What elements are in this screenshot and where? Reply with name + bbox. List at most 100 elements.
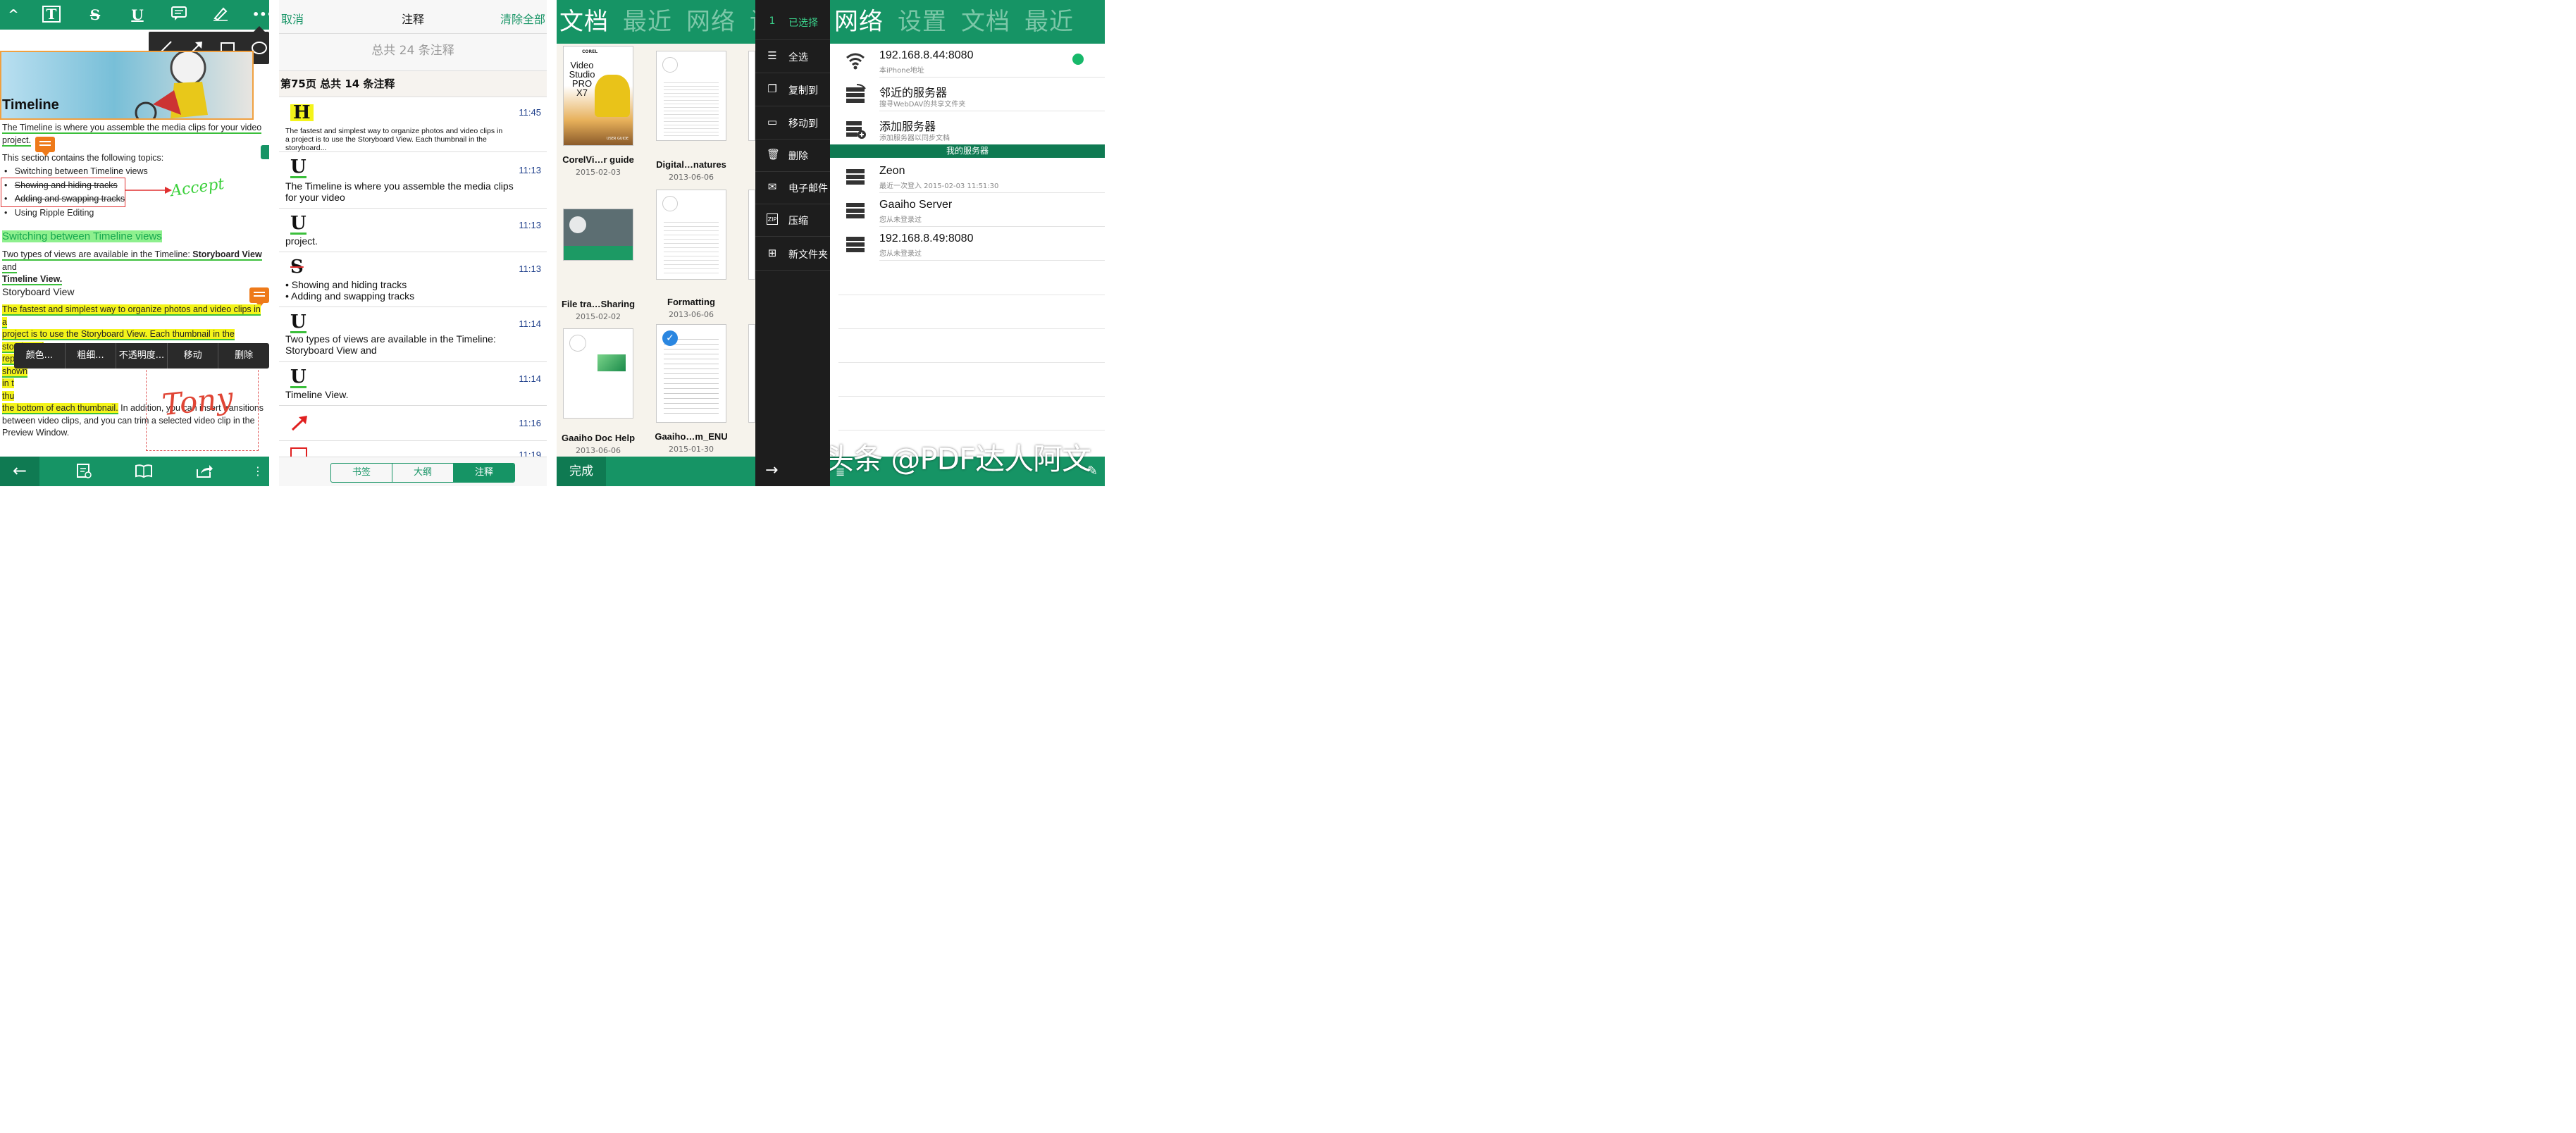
tab-annotations[interactable]: 注释 [454,464,514,482]
document-date: 2013-06-06 [669,310,714,319]
server-row[interactable]: 192.168.8.49:8080 您从未登录过 [830,227,1105,261]
thumbnail-circle [662,196,678,211]
document-name: Digital…natures [656,159,726,170]
trash-icon: 🗑 [767,148,781,161]
server-row-add[interactable]: 添加服务器 添加服务器以同步文档 [830,111,1105,145]
underline-tool-icon[interactable]: U [127,6,148,24]
side-handle[interactable] [261,145,269,159]
book-icon[interactable] [133,462,154,481]
menu-thickness[interactable]: 粗细... [66,343,117,369]
document-item[interactable]: Gaaiho Doc Help 2013-06-06 [557,328,640,455]
menu-delete[interactable]: 删除 [218,343,269,369]
cover-brand: COREL [582,49,598,54]
strikethrough-tool-icon[interactable]: S [85,6,106,24]
server-subtitle: 最近一次登入 2015-02-03 11:51:30 [879,182,999,190]
tab-documents[interactable]: 文档 [947,8,1010,36]
document-thumbnail: COREL Video Studio PRO X7 USER GUIDE [563,46,633,146]
document-item[interactable]: Digital…natures 2013-06-06 [649,51,733,182]
email-item[interactable]: ✉ 电子邮件 [755,171,830,204]
document-thumbnail [563,328,633,419]
document-name: Formatting [667,297,715,307]
pen-tool-icon[interactable] [210,6,231,24]
new-folder-icon: ⊞ [767,247,777,259]
tab-network[interactable]: 网络 [830,8,884,36]
server-title: Zeon [879,165,905,177]
annotation-time: 11:13 [519,220,541,230]
topics-intro: This section contains the following topi… [2,153,164,163]
comment-tool-icon[interactable] [168,6,190,24]
annotation-text: Two types of views are available in the … [285,333,496,356]
copy-to-item[interactable]: ❐ 复制到 [755,73,830,106]
server-subtitle: 您从未登录过 [879,216,922,224]
more-vertical-icon[interactable]: ⋮ [252,462,264,481]
annotation-item[interactable]: U 11:13 The Timeline is where you assemb… [279,152,547,209]
server-subtitle: 本iPhone地址 [879,67,924,75]
selection-rectangle[interactable] [1,178,125,207]
zip-item[interactable]: ZIP 压缩 [755,204,830,236]
menu-opacity[interactable]: 不透明度... [116,343,168,369]
collapse-icon[interactable]: ^ [3,6,24,24]
annotation-arrow[interactable] [125,185,172,196]
tab-settings[interactable]: 设置 [884,8,947,36]
new-folder-item[interactable]: ⊞ 新文件夹 [755,237,830,270]
server-row-local[interactable]: 192.168.8.44:8080 本iPhone地址 [830,44,1105,78]
comment-note-icon[interactable] [35,137,55,156]
server-row-nearby[interactable]: 邻近的服务器 搜寻WebDAV的共享文件夹 [830,78,1105,111]
tab-recent[interactable]: 最近 [609,8,672,36]
document-peek [748,51,755,141]
menu-move[interactable]: 移动 [168,343,219,369]
delete-item[interactable]: 🗑 删除 [755,139,830,171]
tab-bookmarks[interactable]: 书签 [331,464,392,482]
documents-tab-header: 文档最近网络设 [557,0,755,44]
server-row[interactable]: Gaaiho Server 您从未登录过 [830,193,1105,227]
annotation-item[interactable]: S 11:13 • Showing and hiding tracks • Ad… [279,252,547,307]
menu-forward-arrow-icon[interactable]: → [755,457,830,486]
document-item[interactable]: Formatting 2013-06-06 [649,190,733,319]
tab-recent[interactable]: 最近 [1010,8,1074,36]
annotation-item[interactable]: U 11:13 project. [279,209,547,252]
wifi-icon [846,53,865,70]
document-settings-icon[interactable] [73,462,94,481]
server-icon [846,237,865,252]
thumbnail-circle [569,335,586,352]
share-icon[interactable] [194,462,215,481]
tab-network[interactable]: 网络 [672,8,736,36]
paragraph-2: Two types of views are available in the … [2,249,262,285]
annotation-item[interactable]: U 11:14 Timeline View. [279,362,547,406]
tab-documents[interactable]: 文档 [557,8,609,36]
back-arrow-icon[interactable]: ← [0,457,39,486]
network-tab-header: 网络 设置 文档 最近 [830,0,1105,44]
highlight-icon: H [290,104,314,122]
document-item[interactable]: File tra…Sharing 2015-02-02 [557,209,640,321]
clear-all-button[interactable]: 清除全部 [500,10,545,27]
cover-title: Video Studio PRO X7 [569,60,595,98]
menu-color[interactable]: 颜色... [14,343,66,369]
arrow-annotation-icon [291,416,307,431]
server-row[interactable]: Zeon 最近一次登入 2015-02-03 11:51:30 [830,159,1105,193]
tab-settings[interactable]: 设 [736,8,755,36]
server-subtitle: 您从未登录过 [879,250,922,258]
annotation-item[interactable]: H 11:45 The fastest and simplest way to … [279,97,547,152]
more-icon[interactable]: ••• [252,6,269,24]
document-name: Gaaiho Doc Help [561,433,636,443]
done-button[interactable]: 完成 [557,457,606,486]
document-item[interactable]: ✓ Gaaiho…m_ENU 2015-01-30 [649,324,733,454]
document-name: File tra…Sharing [561,299,636,309]
annotation-text: • Showing and hiding tracks • Adding and… [285,279,415,302]
comment-note-icon[interactable] [249,287,269,307]
text-tool-icon[interactable]: T [42,6,61,23]
server-subtitle: 添加服务器以同步文档 [879,135,950,142]
select-all-item[interactable]: ☰ 全选 [755,40,830,73]
annotation-item[interactable]: 11:16 [279,406,547,441]
annotation-time: 11:45 [519,107,541,118]
move-to-item[interactable]: ▭ 移动到 [755,106,830,139]
tab-outline[interactable]: 大纲 [392,464,454,482]
server-icon [846,203,865,218]
annotation-time: 11:13 [519,165,541,175]
selected-check-icon[interactable]: ✓ [662,330,678,346]
annotation-item[interactable]: U 11:14 Two types of views are available… [279,307,547,362]
document-date: 2015-02-03 [576,168,621,177]
zip-icon: ZIP [767,213,778,225]
document-item[interactable]: COREL Video Studio PRO X7 USER GUIDE Cor… [557,46,640,177]
segmented-control: 书签 大纲 注释 [330,463,515,483]
